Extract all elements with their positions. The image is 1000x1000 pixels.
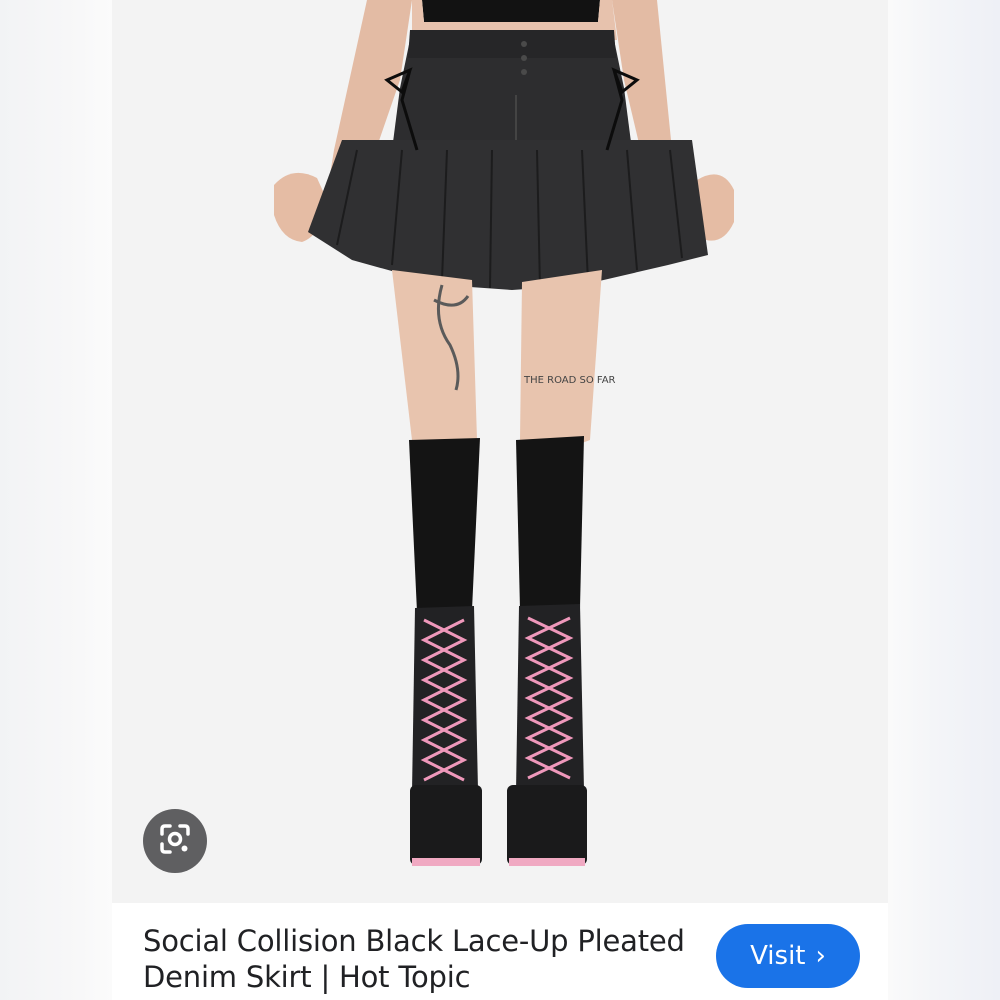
product-image[interactable]: THE ROAD SO FAR: [112, 0, 888, 903]
visit-button[interactable]: Visit ›: [716, 924, 860, 988]
visit-button-label: Visit: [750, 941, 806, 971]
google-lens-icon: [158, 822, 192, 861]
tattoo-text: THE ROAD SO FAR: [523, 375, 616, 386]
result-caption-card: Social Collision Black Lace-Up Pleated D…: [112, 903, 888, 1000]
product-photo: THE ROAD SO FAR: [112, 0, 888, 903]
background-left: [0, 0, 112, 1000]
google-lens-button[interactable]: [143, 809, 207, 873]
chevron-right-icon: ›: [815, 941, 826, 971]
background-right: [888, 0, 1000, 1000]
product-title[interactable]: Social Collision Black Lace-Up Pleated D…: [143, 923, 703, 995]
